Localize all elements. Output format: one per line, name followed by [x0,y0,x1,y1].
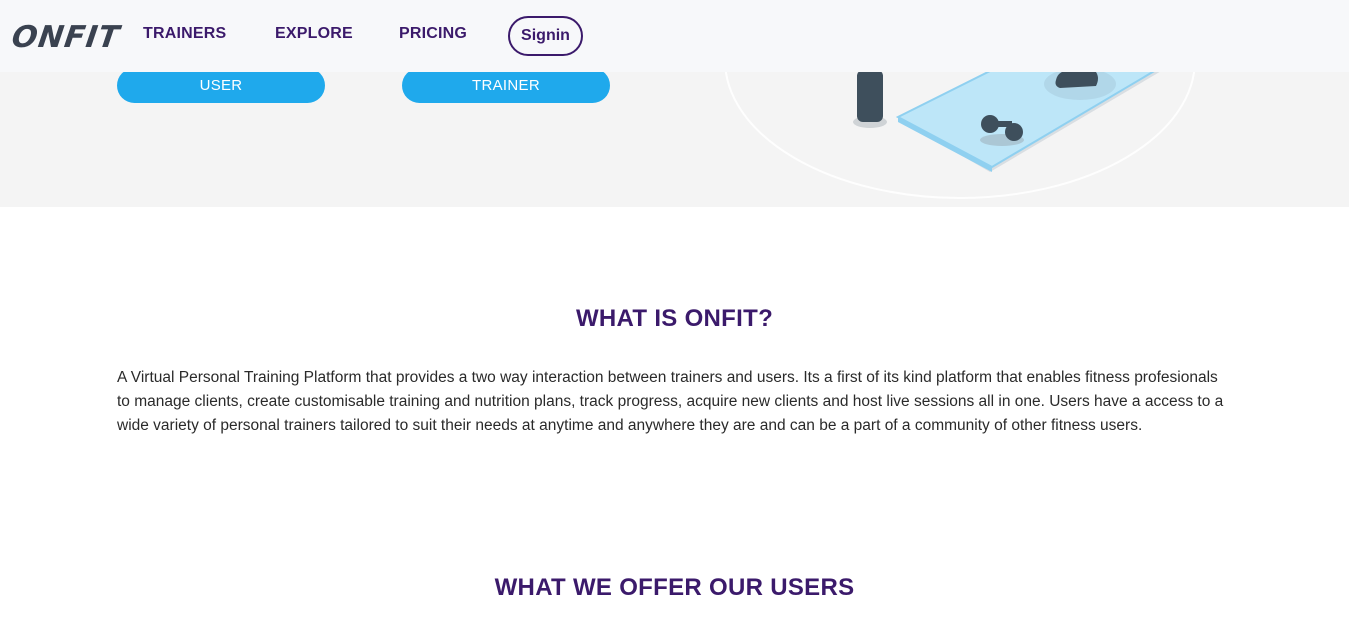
nav-link-pricing[interactable]: PRICING [399,25,467,43]
signin-button[interactable]: Signin [508,16,583,56]
onfit-logo[interactable]: ONFIT [10,20,123,55]
nav-link-explore[interactable]: EXPLORE [275,25,353,43]
about-description: A Virtual Personal Training Platform tha… [117,369,1224,434]
nav-link-trainers[interactable]: TRAINERS [143,25,226,43]
navbar: ONFIT TRAINERS EXPLORE PRICING Signin [0,0,1349,72]
user-button[interactable]: USER [117,68,325,103]
trainer-button[interactable]: TRAINER [402,68,610,103]
offer-heading: WHAT WE OFFER OUR USERS [494,574,855,601]
about-heading: WHAT IS ONFIT? [575,305,774,332]
